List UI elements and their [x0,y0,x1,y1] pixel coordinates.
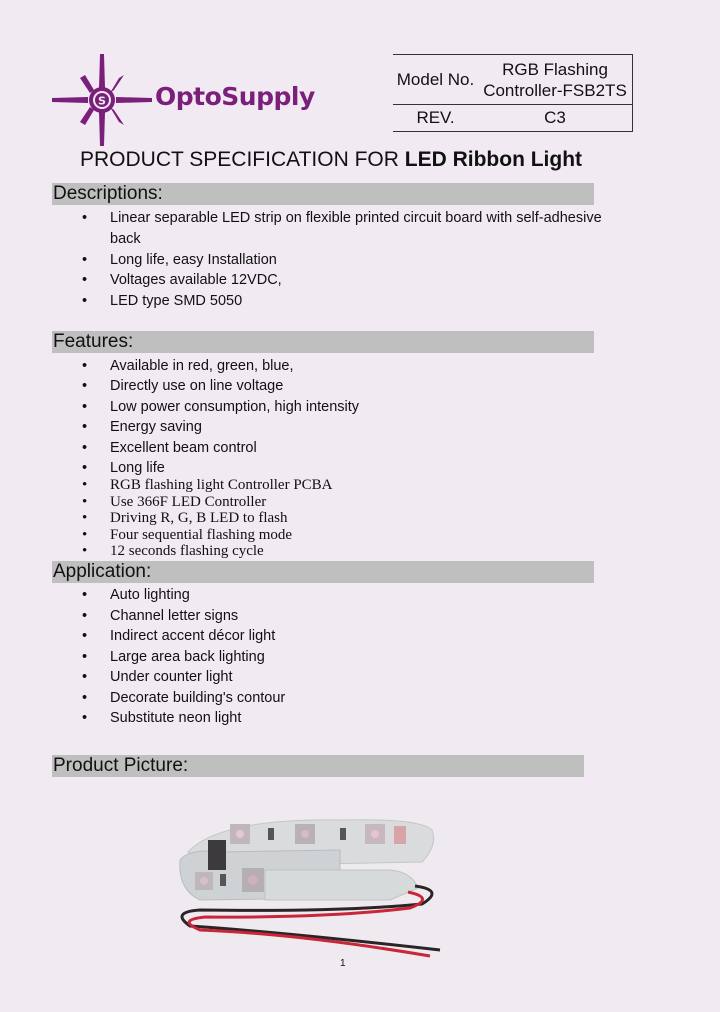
title-product: LED Ribbon Light [404,148,583,171]
bullet: • [82,649,88,665]
bullet: • [82,252,88,268]
section-heading-product-picture: Product Picture: [52,755,584,777]
section-heading-features: Features: [52,331,594,353]
page-number: 1 [340,958,346,969]
bullet: • [82,293,88,309]
bullet: • [82,210,88,226]
section-heading-application: Application: [52,561,594,583]
bullet: • [82,419,88,435]
bullet: • [82,378,88,394]
svg-text:S: S [98,95,106,108]
rev-label: REV. [393,104,478,132]
bullet: • [82,440,88,456]
page-title: PRODUCT SPECIFICATION FOR LED Ribbon Lig… [80,148,582,172]
bullet: • [82,460,88,476]
bullet: • [82,358,88,374]
model-label: Model No. [393,54,478,105]
bullet: • [82,494,88,510]
bullet: • [82,710,88,726]
model-value: RGB Flashing Controller-FSB2TS [478,54,633,105]
model-value-line1: RGB Flashing [502,59,608,79]
bullet: • [82,399,88,415]
brand-name: OptoSupply [155,82,315,111]
compass-star-s-logo: S [52,54,152,146]
bullet: • [82,543,88,559]
controller-module [264,869,419,901]
bullet: • [82,690,88,706]
section-heading-descriptions: Descriptions: [52,183,594,205]
bullet: • [82,669,88,685]
bullet: • [82,477,88,493]
rev-value: C3 [478,104,633,132]
title-prefix: PRODUCT SPECIFICATION FOR [80,148,405,171]
model-value-line2: Controller-FSB2TS [483,80,627,100]
bullet: • [82,272,88,288]
bullet: • [82,608,88,624]
bullet: • [82,628,88,644]
bullet: • [82,587,88,603]
bullet: • [82,510,88,526]
model-info-table: Model No. RGB Flashing Controller-FSB2TS… [393,54,633,132]
bullet: • [82,527,88,543]
product-photo [160,800,480,960]
